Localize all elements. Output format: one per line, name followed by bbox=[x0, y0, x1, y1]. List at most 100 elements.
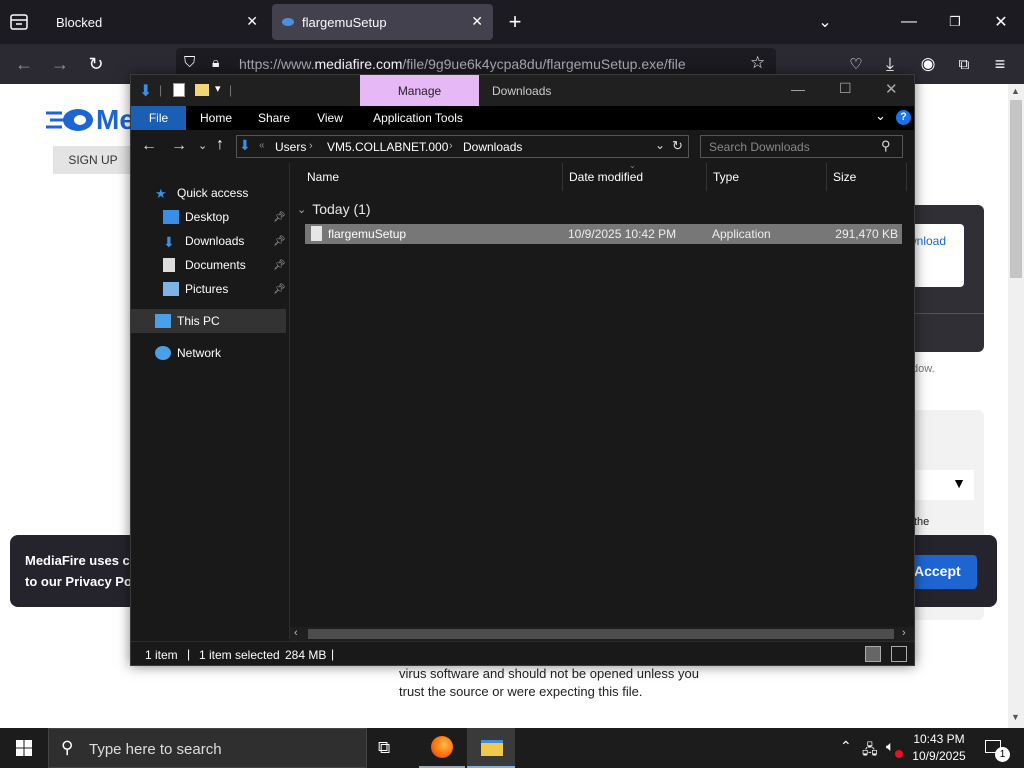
scroll-down-icon[interactable]: ▼ bbox=[1011, 712, 1020, 722]
tab-label: View bbox=[317, 111, 343, 125]
nav-network[interactable]: Network bbox=[131, 341, 286, 365]
tab-list-icon[interactable] bbox=[8, 12, 30, 32]
refresh-icon[interactable]: ↻ bbox=[672, 138, 683, 154]
back-icon[interactable]: ← bbox=[6, 44, 42, 84]
tab-share[interactable]: Share bbox=[249, 106, 299, 130]
close-icon[interactable]: ✕ bbox=[246, 13, 258, 30]
nav-documents[interactable]: Documents 📌︎ bbox=[131, 253, 286, 277]
tab-flargemu[interactable]: flargemuSetup ✕ bbox=[272, 4, 493, 40]
pin-icon[interactable]: 📌︎ bbox=[273, 284, 286, 295]
group-header-today[interactable]: ⌄ Today (1) bbox=[297, 199, 371, 219]
bookmark-star-icon[interactable]: ☆ bbox=[750, 53, 765, 73]
forward-arrow-icon[interactable]: → bbox=[171, 137, 187, 155]
details-view-icon[interactable] bbox=[865, 646, 881, 662]
download-arrow-icon: ⬇ bbox=[163, 234, 175, 250]
network-status-icon[interactable]: 🖧︎ bbox=[862, 739, 878, 763]
back-arrow-icon[interactable]: ← bbox=[141, 137, 157, 155]
breadcrumb-separator-icon[interactable]: › bbox=[449, 140, 453, 152]
scroll-up-icon[interactable]: ▲ bbox=[1011, 86, 1020, 96]
shield-icon[interactable]: ⛉ bbox=[184, 54, 195, 71]
explorer-taskbar-button[interactable] bbox=[467, 728, 515, 768]
nav-this-pc[interactable]: This PC bbox=[131, 309, 286, 333]
tab-view[interactable]: View bbox=[305, 106, 355, 130]
expand-ribbon-icon[interactable]: ⌄ bbox=[875, 108, 886, 124]
notification-center-button[interactable]: 1 bbox=[980, 728, 1020, 768]
column-date-modified[interactable]: Date modified bbox=[563, 163, 707, 191]
recent-locations-icon[interactable]: ⌄ bbox=[198, 139, 207, 152]
minimize-icon[interactable]: ― bbox=[886, 0, 932, 44]
close-icon[interactable]: ✕ bbox=[471, 13, 483, 30]
separator-icon: | bbox=[229, 83, 233, 97]
search-box[interactable]: Search Downloads ⚲ bbox=[700, 135, 903, 158]
taskbar-search-box[interactable]: ⚲ Type here to search bbox=[48, 728, 367, 768]
nav-quick-access[interactable]: ★ Quick access bbox=[131, 181, 286, 205]
pin-icon[interactable]: 📌︎ bbox=[273, 236, 286, 247]
breadcrumb-downloads[interactable]: Downloads bbox=[463, 140, 522, 154]
close-icon[interactable]: ✕ bbox=[885, 80, 898, 98]
forward-icon[interactable]: → bbox=[42, 44, 78, 84]
file-row[interactable]: flargemuSetup 10/9/2025 10:42 PM Applica… bbox=[305, 224, 902, 244]
volume-muted-icon[interactable]: 🔈︎ bbox=[886, 738, 894, 755]
menu-icon[interactable]: ≡ bbox=[982, 44, 1018, 84]
lock-icon[interactable]: 🔒︎ bbox=[212, 54, 219, 71]
quick-access-download-icon[interactable]: ⬇ bbox=[139, 81, 152, 101]
maximize-icon[interactable]: ☐ bbox=[839, 80, 852, 97]
scrollbar-thumb[interactable] bbox=[308, 629, 894, 639]
url-text[interactable]: https://www.mediafire.com/file/9g9ue6k4y… bbox=[239, 56, 686, 72]
pin-icon[interactable]: 📌︎ bbox=[273, 260, 286, 271]
horizontal-scrollbar[interactable]: ‹ › bbox=[290, 627, 914, 641]
nav-downloads[interactable]: ⬇ Downloads 📌︎ bbox=[131, 229, 286, 253]
breadcrumb-separator-icon[interactable]: › bbox=[309, 140, 313, 152]
explorer-title-bar: ⬇ | ▾ | Manage Downloads ― ☐ ✕ bbox=[131, 75, 914, 106]
close-window-icon[interactable]: ✕ bbox=[978, 0, 1024, 44]
manage-context-tab[interactable]: Manage bbox=[360, 75, 479, 106]
large-icons-view-icon[interactable] bbox=[891, 646, 907, 662]
column-size[interactable]: Size bbox=[827, 163, 907, 191]
scroll-right-icon[interactable]: › bbox=[902, 627, 906, 639]
up-arrow-icon[interactable]: ↑ bbox=[216, 136, 224, 154]
reload-icon[interactable]: ↻ bbox=[78, 44, 114, 84]
start-button[interactable] bbox=[0, 728, 48, 768]
restore-icon[interactable]: ❐ bbox=[932, 0, 978, 44]
url-domain: mediafire.com bbox=[314, 56, 403, 72]
column-label: Size bbox=[833, 170, 857, 184]
scroll-left-icon[interactable]: ‹ bbox=[294, 627, 298, 639]
clock[interactable]: 10:43 PM 10/9/2025 bbox=[908, 731, 970, 765]
breadcrumb-vm5[interactable]: VM5.COLLABNET.000 bbox=[327, 140, 448, 154]
tab-application-tools[interactable]: Application Tools bbox=[363, 106, 473, 130]
breadcrumb-overflow-icon[interactable]: « bbox=[259, 140, 265, 151]
list-all-tabs-icon[interactable]: ⌄ bbox=[802, 0, 848, 44]
tab-home[interactable]: Home bbox=[191, 106, 241, 130]
nav-pictures[interactable]: Pictures 📌︎ bbox=[131, 277, 286, 301]
show-hidden-icons-icon[interactable]: ⌃ bbox=[840, 738, 852, 755]
address-dropdown-icon[interactable]: ⌄ bbox=[655, 138, 665, 152]
column-name[interactable]: Name bbox=[301, 163, 563, 191]
new-folder-icon[interactable] bbox=[195, 84, 209, 96]
sign-up-button[interactable]: SIGN UP bbox=[53, 146, 133, 174]
status-separator: | bbox=[187, 647, 191, 661]
minimize-icon[interactable]: ― bbox=[791, 81, 805, 97]
breadcrumb-users[interactable]: Users bbox=[275, 140, 306, 154]
nav-desktop[interactable]: Desktop 📌︎ bbox=[131, 205, 286, 229]
status-selected: 1 item selected bbox=[199, 648, 280, 662]
tab-blocked[interactable]: Blocked ✕ bbox=[42, 0, 268, 44]
mediafire-logo[interactable]: Me bbox=[44, 104, 135, 135]
column-type[interactable]: Type bbox=[707, 163, 827, 191]
separator-icon: | bbox=[159, 83, 163, 97]
help-icon[interactable]: ? bbox=[896, 110, 911, 125]
task-view-icon[interactable]: ⧉ bbox=[378, 738, 390, 758]
properties-icon[interactable] bbox=[173, 83, 185, 97]
manage-label: Manage bbox=[397, 83, 442, 98]
account-icon[interactable]: ◉ bbox=[910, 44, 946, 84]
address-bar[interactable]: ⬇ « Users › VM5.COLLABNET.000 › Download… bbox=[236, 135, 689, 158]
page-scrollbar[interactable]: ▲ ▼ bbox=[1008, 84, 1024, 728]
cookie-text-line1: MediaFire uses co bbox=[25, 553, 138, 568]
firefox-taskbar-button[interactable] bbox=[419, 728, 465, 768]
tab-file[interactable]: File bbox=[131, 106, 186, 130]
scrollbar-thumb[interactable] bbox=[1010, 100, 1022, 278]
collapse-group-icon[interactable]: ⌄ bbox=[297, 203, 306, 216]
customize-toolbar-icon[interactable]: ▾ bbox=[215, 82, 221, 95]
pin-icon[interactable]: 📌︎ bbox=[273, 212, 286, 223]
extensions-icon[interactable]: ⧉ bbox=[946, 44, 982, 84]
new-tab-button[interactable]: + bbox=[502, 8, 528, 36]
